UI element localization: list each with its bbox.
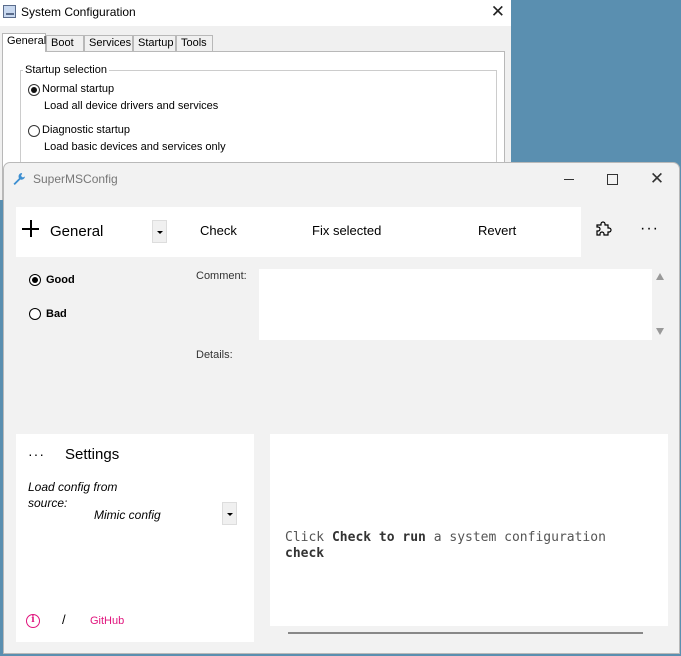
bg-window-title: System Configuration xyxy=(21,5,136,19)
output-horizontal-scrollbar[interactable] xyxy=(288,632,643,634)
add-icon[interactable] xyxy=(21,219,41,239)
normal-startup-radio[interactable] xyxy=(28,84,40,96)
diagnostic-startup-radio[interactable] xyxy=(28,125,40,137)
command-bar: General Check Fix selected Revert xyxy=(16,207,581,257)
bg-tab-startup[interactable]: Startup xyxy=(133,35,176,51)
maximize-button[interactable] xyxy=(598,167,626,191)
settings-panel: ··· Settings Load config from source: Mi… xyxy=(16,434,254,642)
bg-close-icon[interactable]: ✕ xyxy=(491,2,505,22)
output-text-2: Check to run xyxy=(331,530,426,545)
category-dropdown-value[interactable]: General xyxy=(50,223,103,240)
bad-label: Bad xyxy=(46,308,67,320)
bg-titlebar: System Configuration ✕ xyxy=(0,0,511,26)
minimize-button[interactable] xyxy=(555,167,583,191)
msconfig-app-icon xyxy=(3,5,16,18)
more-options-button[interactable]: ··· xyxy=(640,220,659,238)
fix-selected-button[interactable]: Fix selected xyxy=(312,223,381,238)
diagnostic-startup-label: Diagnostic startup xyxy=(42,124,131,136)
normal-startup-desc: Load all device drivers and services xyxy=(44,100,219,112)
bg-tab-general[interactable]: General xyxy=(2,33,46,52)
settings-title: Settings xyxy=(65,446,120,463)
minimize-icon xyxy=(564,179,574,180)
github-link[interactable]: GitHub xyxy=(90,615,124,627)
comment-label: Comment: xyxy=(196,270,247,282)
config-source-dropdown-value[interactable]: Mimic config xyxy=(94,508,161,522)
good-radio[interactable] xyxy=(29,274,41,286)
normal-startup-label: Normal startup xyxy=(42,83,115,95)
config-source-dropdown-arrow-icon[interactable] xyxy=(222,502,237,525)
window-title: SuperMSConfig xyxy=(33,172,118,186)
diagnostic-startup-desc: Load basic devices and services only xyxy=(44,141,226,153)
config-source-label: Load config from source: xyxy=(28,480,118,510)
check-button[interactable]: Check xyxy=(200,223,237,238)
output-text-1: Click xyxy=(285,530,332,545)
titlebar: SuperMSConfig ✕ xyxy=(4,163,679,195)
bg-tab-services[interactable]: Services xyxy=(84,35,133,51)
output-text-3: a system configuration xyxy=(425,530,606,545)
bad-radio[interactable] xyxy=(29,308,41,320)
output-panel: Click Check to run a system configuratio… xyxy=(270,434,668,626)
category-dropdown-arrow-icon[interactable] xyxy=(152,220,167,243)
comment-textarea[interactable] xyxy=(259,269,652,340)
details-label: Details: xyxy=(196,349,233,361)
comment-scroll-up-icon[interactable] xyxy=(656,273,664,280)
output-text-4: check xyxy=(285,546,325,561)
comment-scroll-down-icon[interactable] xyxy=(656,328,664,335)
plugin-puzzle-icon[interactable] xyxy=(594,220,612,238)
supermsconfig-window: SuperMSConfig ✕ General Check Fix select… xyxy=(3,162,680,654)
settings-more-button[interactable]: ··· xyxy=(28,446,45,462)
good-label: Good xyxy=(46,274,75,286)
info-icon[interactable]: i xyxy=(26,614,40,628)
maximize-icon xyxy=(607,174,618,185)
close-button[interactable]: ✕ xyxy=(643,167,671,191)
bg-tab-tools[interactable]: Tools xyxy=(176,35,213,51)
wrench-logo-icon xyxy=(13,173,25,185)
revert-button[interactable]: Revert xyxy=(478,223,516,238)
output-message: Click Check to run a system configuratio… xyxy=(285,530,625,562)
bg-tab-boot[interactable]: Boot xyxy=(46,35,84,51)
startup-selection-title: Startup selection xyxy=(23,64,109,76)
link-separator: / xyxy=(62,612,66,627)
